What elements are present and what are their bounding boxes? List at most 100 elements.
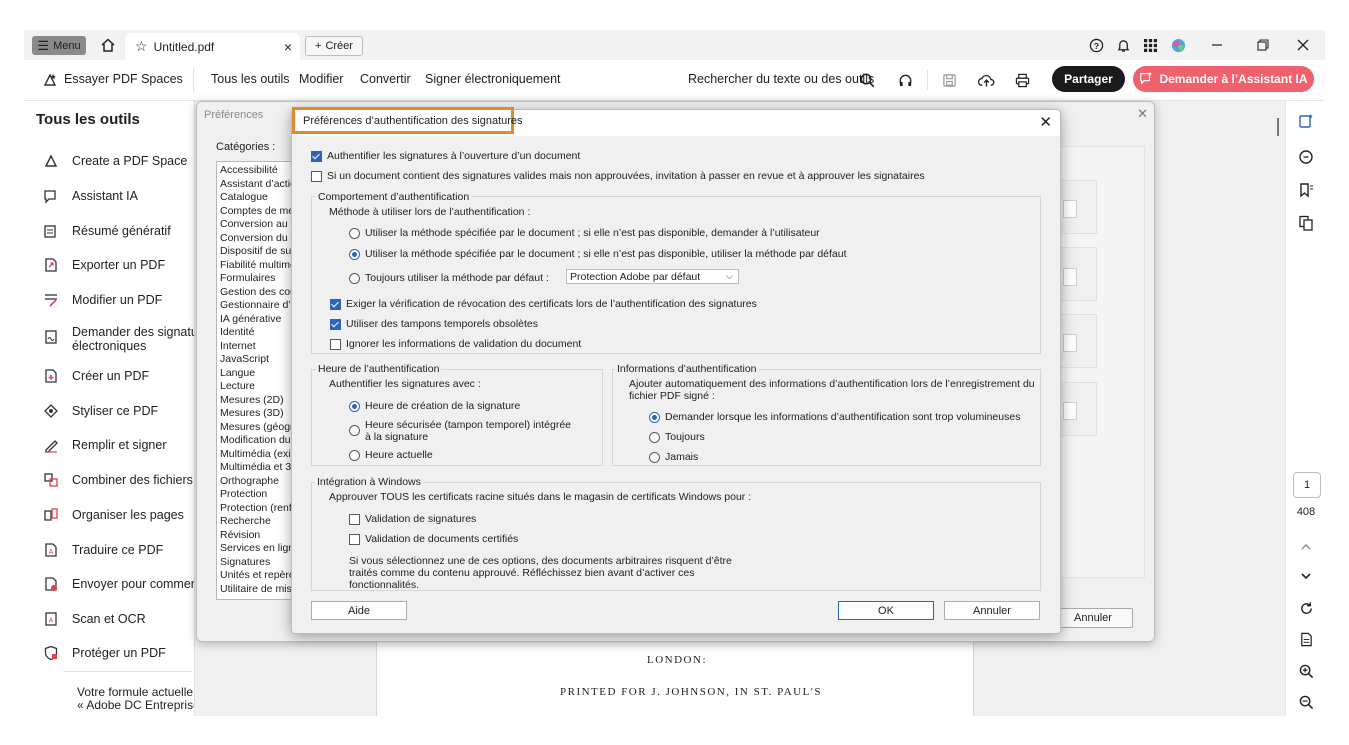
category-item[interactable]: Dispositif de suivi xyxy=(220,245,297,257)
category-item[interactable]: Conversion du format PDF xyxy=(220,232,297,244)
category-item[interactable]: Mesures (géographiques) xyxy=(220,421,297,433)
category-item[interactable]: Protection (renforcée) xyxy=(220,502,297,514)
help-button[interactable]: Aide xyxy=(311,601,407,620)
default-method-select[interactable]: Protection Adobe par défaut ⌵ xyxy=(566,269,739,284)
category-item[interactable]: Mesures (3D) xyxy=(220,407,284,419)
settings-field-edge[interactable] xyxy=(1063,200,1077,218)
category-item[interactable]: Langue xyxy=(220,367,255,379)
category-item[interactable]: Lecture xyxy=(220,380,255,392)
ai-edit-icon[interactable] xyxy=(1296,111,1316,131)
tab-untitled-pdf[interactable]: ☆ Untitled.pdf × xyxy=(125,33,300,60)
category-item[interactable]: Conversion au format PDF xyxy=(220,218,297,230)
bell-icon[interactable] xyxy=(1114,36,1132,54)
chevron-down-icon[interactable] xyxy=(1296,566,1316,586)
rotate-icon[interactable] xyxy=(1296,598,1316,618)
cancel-button[interactable]: Annuler xyxy=(944,601,1040,620)
category-item[interactable]: Unités et repères xyxy=(220,569,297,581)
category-item[interactable]: Multimédia et 3D xyxy=(220,461,297,473)
info-option-ask[interactable]: Demander lorsque les informations d’auth… xyxy=(649,411,1020,423)
category-item[interactable]: Internet xyxy=(220,340,256,352)
method-fallback-radio[interactable] xyxy=(349,249,360,260)
category-item[interactable]: Assistant d’actions xyxy=(220,178,297,190)
info-always-radio[interactable] xyxy=(649,432,660,443)
info-option-always[interactable]: Toujours xyxy=(649,431,705,443)
chevron-up-icon[interactable] xyxy=(1296,537,1316,557)
home-icon[interactable] xyxy=(99,36,117,54)
apps-grid-icon[interactable] xyxy=(1141,36,1159,54)
category-item[interactable]: Catalogue xyxy=(220,191,268,203)
ok-button[interactable]: OK xyxy=(838,601,934,620)
expired-timestamps-option[interactable]: Utiliser des tampons temporels obsolètes xyxy=(330,318,538,330)
tool-send-for-comments[interactable]: Envoyer pour commentaires xyxy=(42,575,194,593)
categories-list[interactable]: Accessibilité Assistant d’actions Catalo… xyxy=(216,161,298,600)
ignore-validation-option[interactable]: Ignorer les informations de validation d… xyxy=(330,338,581,350)
settings-field-edge[interactable] xyxy=(1063,334,1077,352)
method-always-radio[interactable] xyxy=(349,273,360,284)
close-window-icon[interactable] xyxy=(1294,36,1312,54)
verify-on-open-option[interactable]: Authentifier les signatures à l’ouvertur… xyxy=(311,150,580,162)
tool-fill-sign[interactable]: Remplir et signer xyxy=(42,436,194,454)
search-icon[interactable] xyxy=(857,70,877,90)
minimize-icon[interactable] xyxy=(1208,36,1226,54)
avatar[interactable] xyxy=(1169,36,1187,54)
settings-field-edge[interactable] xyxy=(1063,268,1077,286)
category-item[interactable]: Accessibilité xyxy=(220,164,278,176)
nav-all-tools[interactable]: Tous les outils xyxy=(211,72,290,86)
tool-generative-summary[interactable]: Résumé génératif xyxy=(42,222,194,240)
help-icon[interactable]: ? xyxy=(1087,36,1105,54)
category-item[interactable]: Signatures xyxy=(220,556,270,568)
method-option-ask[interactable]: Utiliser la méthode spécifiée par le doc… xyxy=(349,227,820,239)
category-item[interactable]: Utilitaire de mise à jour xyxy=(220,583,297,595)
page-view-icon[interactable] xyxy=(1296,629,1316,649)
scrollbar-thumb[interactable] xyxy=(1277,118,1279,136)
tool-ai-assistant[interactable]: Assistant IA xyxy=(42,187,194,205)
windows-signatures-checkbox[interactable] xyxy=(349,514,360,525)
windows-option-signatures[interactable]: Validation de signatures xyxy=(349,513,476,525)
tool-edit-pdf[interactable]: Modifier un PDF xyxy=(42,291,194,309)
tool-export-pdf[interactable]: Exporter un PDF xyxy=(42,256,194,274)
bookmark-icon[interactable] xyxy=(1296,180,1316,200)
search-tools-label[interactable]: Rechercher du texte ou des outils xyxy=(688,72,874,86)
verify-on-open-checkbox[interactable] xyxy=(311,151,322,162)
time-option-secure[interactable]: Heure sécurisée (tampon temporel) intégr… xyxy=(349,419,571,443)
zoom-in-icon[interactable] xyxy=(1296,661,1316,681)
prefs-cancel-button[interactable]: Annuler xyxy=(1053,608,1133,628)
category-item[interactable]: Services en ligne xyxy=(220,542,297,554)
category-item[interactable]: Recherche xyxy=(220,515,271,527)
menu-button[interactable]: ☰ Menu xyxy=(32,36,86,55)
method-ask-radio[interactable] xyxy=(349,228,360,239)
time-option-creation[interactable]: Heure de création de la signature xyxy=(349,400,520,412)
info-option-never[interactable]: Jamais xyxy=(649,451,698,463)
star-icon[interactable]: ☆ xyxy=(135,38,148,55)
windows-option-certified[interactable]: Validation de documents certifiés xyxy=(349,533,518,545)
page-number-input[interactable]: 1 xyxy=(1293,472,1321,498)
category-item[interactable]: Fiabilité multimédia xyxy=(220,259,297,271)
info-ask-radio[interactable] xyxy=(649,412,660,423)
tool-combine-files[interactable]: Combiner des fichiers xyxy=(42,471,194,489)
category-item[interactable]: Multimédia (existant) xyxy=(220,448,297,460)
time-creation-radio[interactable] xyxy=(349,401,360,412)
category-item[interactable]: Gestion des couleurs xyxy=(220,286,297,298)
headphones-icon[interactable] xyxy=(895,70,915,90)
tool-scan-ocr[interactable]: A Scan et OCR xyxy=(42,610,194,628)
pages-icon[interactable] xyxy=(1296,213,1316,233)
tool-protect-pdf[interactable]: Protéger un PDF xyxy=(42,644,194,662)
tool-create-pdf-space[interactable]: Create a PDF Space xyxy=(42,152,194,170)
method-option-default-fallback[interactable]: Utiliser la méthode spécifiée par le doc… xyxy=(349,248,847,260)
zoom-out-icon[interactable] xyxy=(1296,692,1316,712)
time-option-current[interactable]: Heure actuelle xyxy=(349,449,433,461)
tool-translate-pdf[interactable]: A Traduire ce PDF xyxy=(42,541,194,559)
tool-request-signatures[interactable]: Demander des signaturesélectroniques xyxy=(42,323,194,353)
category-item[interactable]: Mesures (2D) xyxy=(220,394,284,406)
method-option-always-default[interactable]: Toujours utiliser la méthode par défaut … xyxy=(349,272,549,284)
category-item[interactable]: JavaScript xyxy=(220,353,269,365)
ask-ai-assistant-button[interactable]: Demander à l’Assistant IA xyxy=(1133,66,1314,92)
category-item[interactable]: Révision xyxy=(220,529,260,541)
upload-cloud-icon[interactable] xyxy=(976,70,996,90)
info-never-radio[interactable] xyxy=(649,452,660,463)
create-button[interactable]: + Créer xyxy=(305,36,363,56)
require-revocation-checkbox[interactable] xyxy=(330,299,341,310)
category-item[interactable]: IA générative xyxy=(220,313,281,325)
comment-icon[interactable] xyxy=(1296,147,1316,167)
windows-certified-checkbox[interactable] xyxy=(349,534,360,545)
